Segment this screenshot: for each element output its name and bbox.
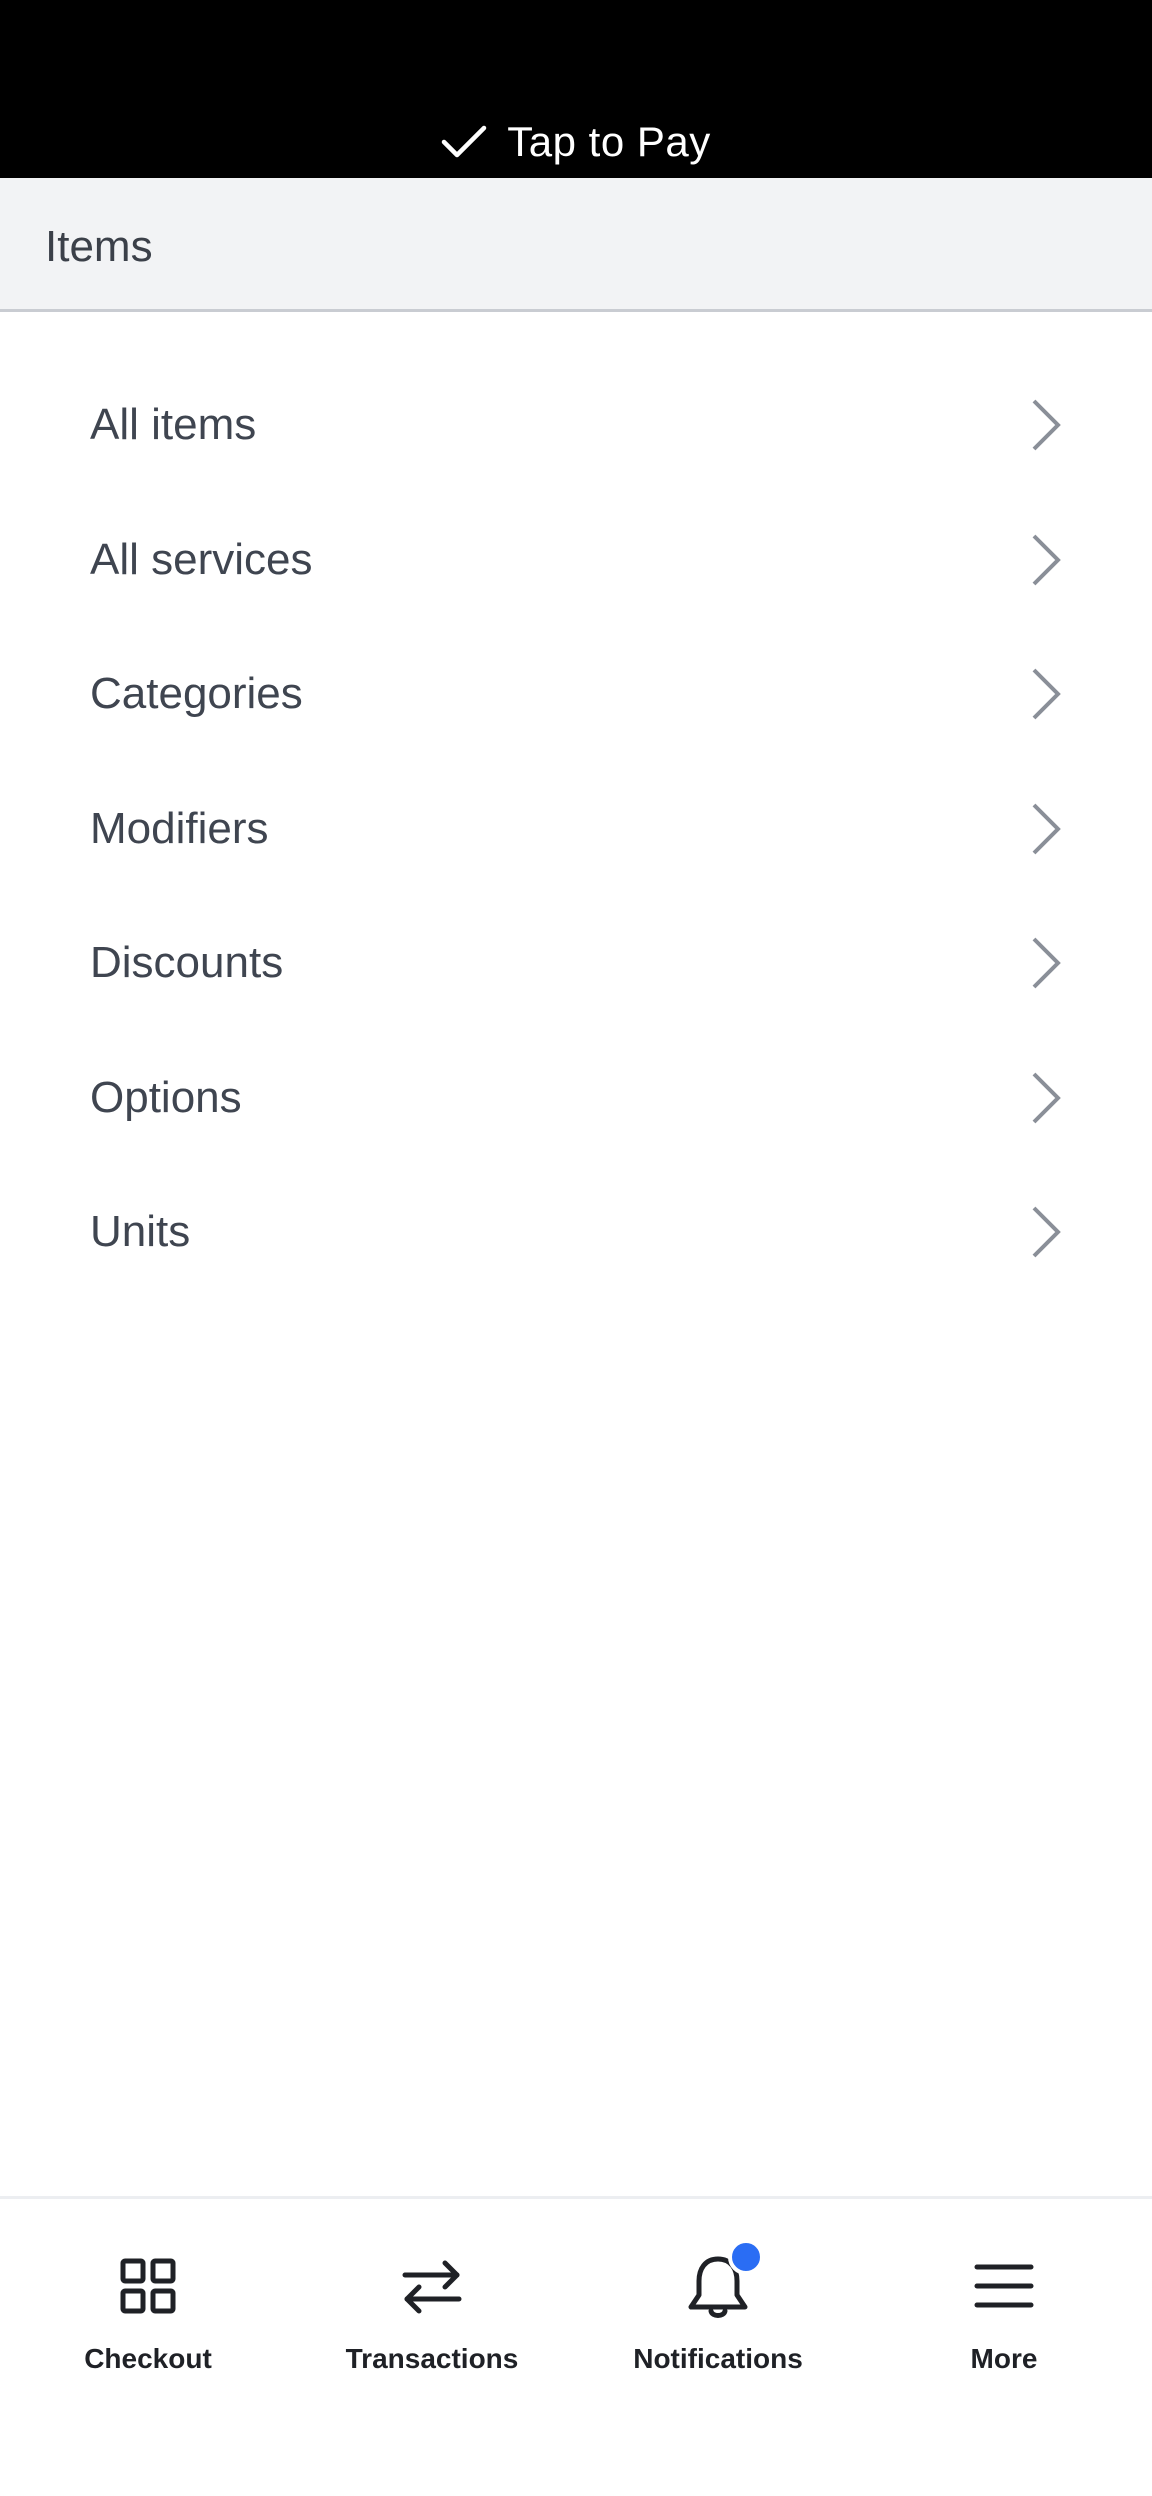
nav-checkout[interactable]: Checkout — [4, 2199, 292, 2439]
tap-to-pay-label: Tap to Pay — [507, 118, 711, 165]
menu-item-label: Categories — [90, 669, 303, 719]
chevron-right-icon — [1032, 803, 1061, 855]
nav-transactions[interactable]: Transactions — [288, 2199, 576, 2439]
menu-item-label: Modifiers — [90, 803, 269, 853]
menu-item-label: Discounts — [90, 938, 284, 988]
chevron-right-icon — [1032, 534, 1061, 586]
section-header: Items — [0, 178, 1152, 312]
nav-transactions-label: Transactions — [345, 2343, 519, 2374]
menu-item-label: All services — [90, 534, 313, 584]
menu-item-all-services[interactable]: All services — [0, 493, 1152, 628]
menu-item-discounts[interactable]: Discounts — [0, 896, 1152, 1031]
menu-item-units[interactable]: Units — [0, 1165, 1152, 1300]
chevron-right-icon — [1032, 1072, 1061, 1124]
nav-more-label: More — [970, 2343, 1038, 2374]
menu-item-label: Options — [90, 1072, 242, 1122]
unread-badge — [728, 2239, 764, 2275]
chevron-right-icon — [1032, 1206, 1061, 1258]
menu-item-categories[interactable]: Categories — [0, 627, 1152, 762]
tap-to-pay-banner[interactable]: Tap to Pay — [0, 0, 1152, 178]
menu-item-options[interactable]: Options — [0, 1031, 1152, 1166]
chevron-right-icon — [1032, 668, 1061, 720]
bottom-nav: Checkout Transactions Notifications More — [0, 2196, 1152, 2496]
menu-item-modifiers[interactable]: Modifiers — [0, 762, 1152, 897]
items-menu-list: All items All services Categories Modifi… — [0, 312, 1152, 1300]
nav-checkout-label: Checkout — [84, 2343, 212, 2374]
swap-arrows-icon — [402, 2260, 462, 2314]
grid-icon — [120, 2258, 176, 2314]
menu-item-label: Units — [90, 1207, 191, 1257]
chevron-right-icon — [1032, 399, 1061, 451]
nav-notifications[interactable]: Notifications — [574, 2199, 862, 2439]
menu-item-all-items[interactable]: All items — [0, 358, 1152, 493]
page-title: Items — [45, 222, 153, 271]
menu-item-label: All items — [90, 400, 257, 450]
chevron-right-icon — [1032, 937, 1061, 989]
nav-notifications-label: Notifications — [633, 2343, 803, 2374]
tap-to-pay-banner-content: Tap to Pay — [0, 118, 1152, 166]
check-icon — [442, 125, 487, 158]
hamburger-menu-icon — [974, 2264, 1034, 2308]
nav-more[interactable]: More — [860, 2199, 1148, 2439]
